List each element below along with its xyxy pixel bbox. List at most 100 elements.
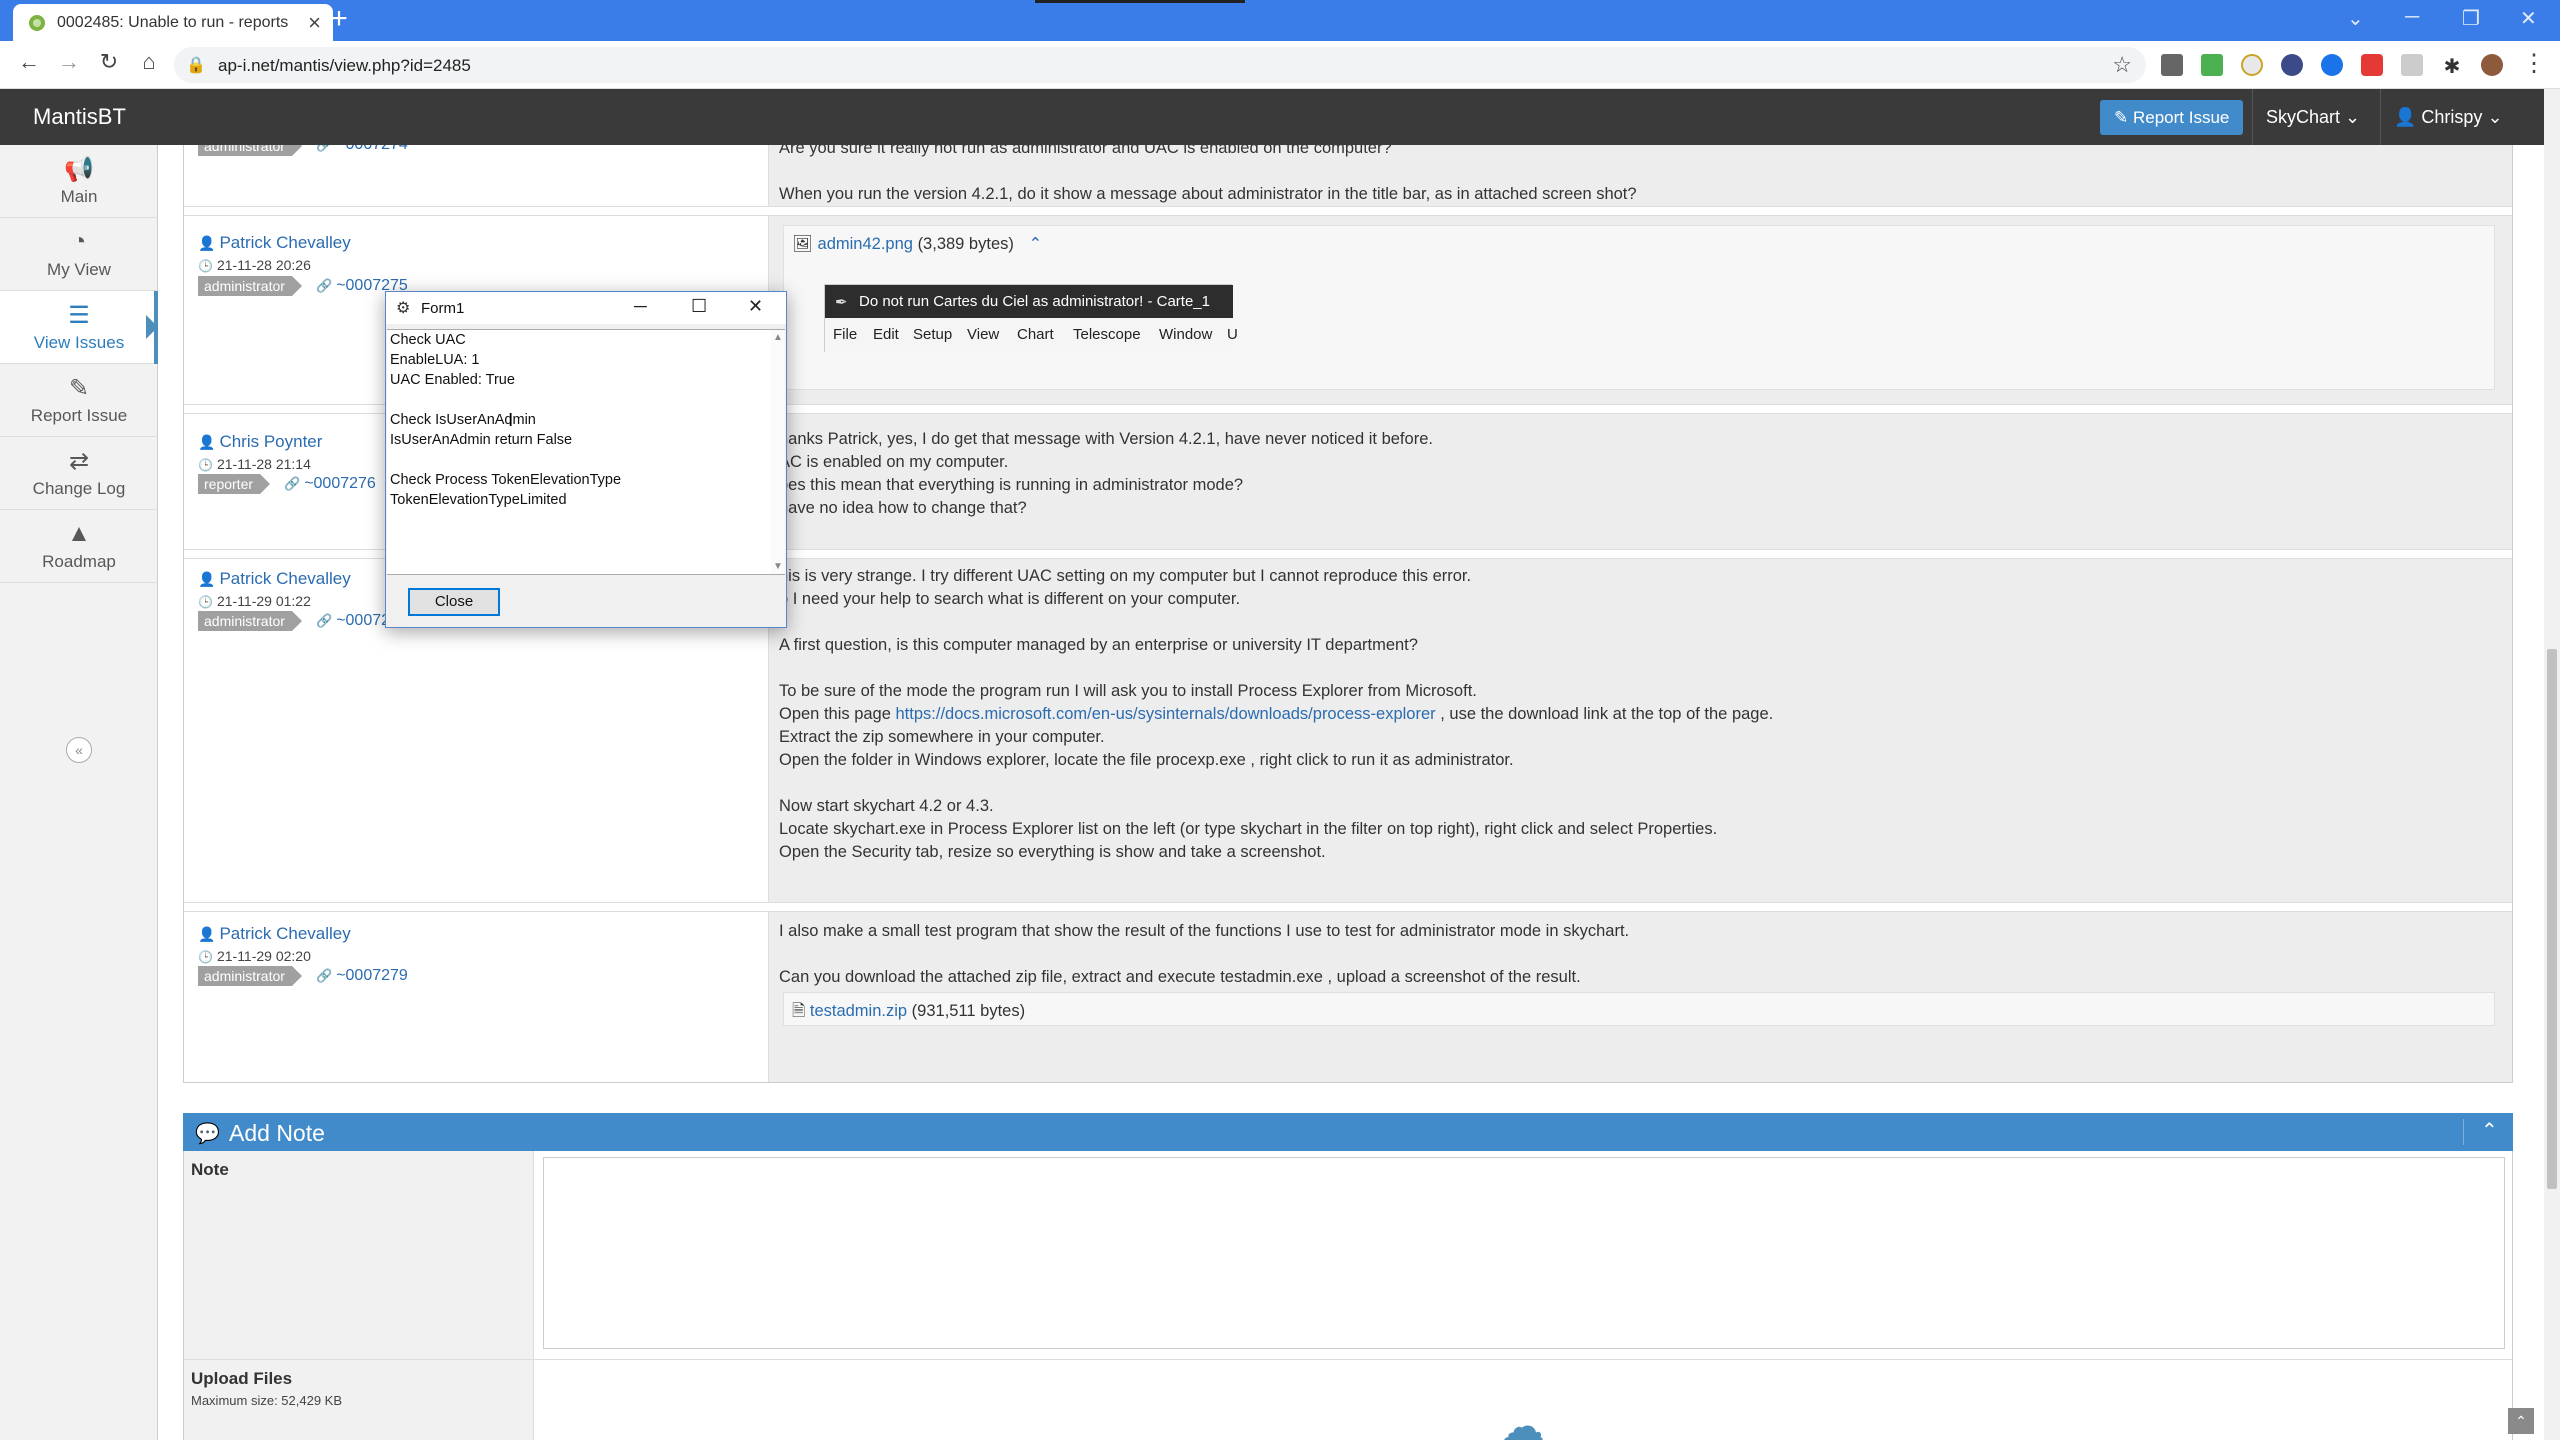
note-separator [184, 902, 2512, 912]
memo-scrollbar[interactable]: ▲ ▼ [771, 330, 785, 574]
edit-icon: ✎ [68, 375, 90, 402]
process-explorer-link[interactable]: https://docs.microsoft.com/en-us/sysinte… [896, 705, 1436, 723]
note-meta: 👤 Patrick Chevalley 🕒 21-11-29 02:20 admin… [184, 912, 768, 1082]
form1-dialog: ⚙ Form1 ─ ☐ ✕ Check UAC EnableLUA: 1 UAC… [385, 291, 787, 628]
note-text: Extract the zip somewhere in your comput… [779, 728, 1105, 746]
note-link[interactable]: 🔗 ~0007274 [316, 145, 408, 154]
sidebar-item-label: Main [60, 187, 98, 206]
note-textarea[interactable] [543, 1157, 2505, 1349]
output-line: TokenElevationTypeLimited [390, 492, 567, 508]
reload-icon[interactable]: ↻ [94, 49, 124, 75]
maximize-icon[interactable]: ☐ [691, 296, 707, 317]
add-note-header: 💬 Add Note ⌃ [183, 1113, 2513, 1151]
scrollbar-thumb[interactable] [2547, 649, 2557, 1189]
attachment-name[interactable]: testadmin.zip [810, 1002, 907, 1020]
url-text[interactable]: ap-i.net/mantis/view.php?id=2485 [218, 56, 471, 76]
preview-menu-item: U [1227, 326, 1238, 343]
adblock-extension-icon[interactable] [2361, 54, 2383, 76]
close-icon[interactable]: ✕ [748, 296, 763, 317]
tab-close-icon[interactable]: × [308, 10, 321, 36]
mail-extension-icon[interactable] [2161, 54, 2183, 76]
forward-icon[interactable]: → [54, 49, 84, 75]
user-icon: 👤 [198, 571, 216, 587]
tab-search-icon[interactable]: ⌄ [2347, 6, 2364, 31]
dashboard-icon: ◔ [71, 228, 87, 255]
sidebar-item-roadmap[interactable]: ▲ Roadmap [0, 510, 158, 583]
note-label: Note [191, 1160, 229, 1179]
new-tab-button[interactable]: + [325, 2, 353, 36]
scroll-up-icon[interactable]: ▲ [773, 332, 783, 343]
scroll-down-icon[interactable]: ▼ [773, 561, 783, 572]
chevron-up-icon[interactable]: ⌃ [1028, 235, 1042, 253]
output-line: Check IsUserAnAdmin [390, 412, 536, 428]
project-dropdown[interactable]: SkyChart ⌄ [2266, 107, 2360, 128]
home-icon[interactable]: ⌂ [134, 49, 164, 75]
form1-output-memo[interactable]: Check UAC EnableLUA: 1 UAC Enabled: True… [387, 329, 785, 575]
user-dropdown[interactable]: 👤 Chrispy ⌄ [2394, 107, 2503, 128]
lock-icon[interactable]: 🔒 [186, 55, 206, 75]
browser-tab[interactable]: 0002485: Unable to run - reports × [13, 4, 333, 41]
notes-extension-icon[interactable] [2241, 54, 2263, 76]
header-divider [2463, 1119, 2464, 1145]
note-text: Are you sure it really not run as admini… [779, 145, 1392, 157]
attachment-link[interactable]: 🗎 testadmin.zip (931,511 bytes) [792, 999, 1025, 1027]
output-line: Check Process TokenElevationType [390, 472, 622, 488]
sidebar-item-my-view[interactable]: ◔ My View [0, 218, 158, 291]
note-author[interactable]: 👤 Chris Poynter [198, 432, 322, 452]
minimize-icon[interactable]: ─ [2405, 6, 2419, 29]
restore-icon[interactable]: ❐ [2462, 6, 2480, 31]
k-extension-icon[interactable] [2401, 54, 2423, 76]
form1-close-button[interactable]: Close [408, 588, 500, 616]
sidebar-item-view-issues[interactable]: ☰ View Issues [0, 291, 159, 364]
profile-avatar[interactable] [2481, 54, 2503, 76]
preview-menu-item: View [967, 326, 1000, 343]
browser-titlebar: 0002485: Unable to run - reports × + ⌄ ─… [0, 0, 2560, 41]
edit-icon: ✎ [2114, 108, 2133, 127]
scroll-to-top-icon[interactable]: ⌃ [2508, 1408, 2534, 1434]
chrome-menu-icon[interactable]: ⋮ [2522, 49, 2546, 78]
chevron-up-icon[interactable]: ⌃ [2481, 1118, 2498, 1143]
minimize-icon[interactable]: ─ [634, 296, 647, 317]
globe-extension-icon[interactable] [2281, 54, 2303, 76]
extensions-puzzle-icon[interactable]: ✱ [2441, 54, 2463, 78]
date-text: 21-11-28 20:26 [216, 257, 311, 273]
attachment-name[interactable]: admin42.png [818, 235, 913, 253]
page-scrollbar[interactable] [2544, 89, 2560, 1440]
role-badge: administrator [198, 145, 302, 156]
note-link[interactable]: 🔗 ~0007279 [316, 967, 408, 985]
close-window-icon[interactable]: ✕ [2520, 6, 2537, 31]
author-name: Patrick Chevalley [219, 233, 351, 252]
note-row: administrator 🔗 ~0007274 Are you sure it … [184, 145, 2512, 216]
cloud-upload-icon[interactable]: ☁ [1499, 1399, 1545, 1440]
brand-logo[interactable]: MantisBT [33, 104, 126, 130]
mantis-favicon-icon [29, 15, 45, 31]
green-extension-icon[interactable] [2201, 54, 2223, 76]
bookmark-star-icon[interactable]: ☆ [2112, 52, 2132, 78]
preview-menu-item: Telescope [1073, 326, 1141, 343]
note-date: 🕒 21-11-29 02:20 [198, 948, 311, 964]
sidebar-item-report-issue[interactable]: ✎ Report Issue [0, 364, 158, 437]
attachment-preview-image[interactable]: ✒ Do not run Cartes du Ciel as administr… [824, 284, 1238, 352]
sidebar-item-change-log[interactable]: ⇄ Change Log [0, 437, 158, 510]
sidebar-item-main[interactable]: 📢 Main [0, 145, 158, 218]
note-author[interactable]: 👤 Patrick Chevalley [198, 924, 351, 944]
date-text: 21-11-29 02:20 [216, 948, 311, 964]
note-author[interactable]: 👤 Patrick Chevalley [198, 233, 351, 253]
note-row: 👤 Patrick Chevalley 🕒 21-11-29 02:20 admin… [184, 912, 2512, 1082]
sidebar-collapse-icon[interactable]: « [66, 737, 92, 763]
note-body: I also make a small test program that sh… [768, 912, 2512, 1082]
note-author[interactable]: 👤 Patrick Chevalley [198, 569, 351, 589]
compass-extension-icon[interactable] [2321, 54, 2343, 76]
note-text: have no idea how to change that? [779, 499, 1027, 517]
tab-title: 0002485: Unable to run - reports [57, 14, 289, 31]
form1-titlebar[interactable]: ⚙ Form1 ─ ☐ ✕ [386, 292, 786, 324]
navbar-divider [2380, 89, 2381, 145]
link-icon: 🔗 [316, 278, 333, 293]
note-link[interactable]: 🔗 ~0007276 [284, 475, 376, 493]
back-icon[interactable]: ← [14, 49, 44, 75]
note-body: hanks Patrick, yes, I do get that messag… [768, 414, 2512, 559]
report-issue-button[interactable]: ✎ Report Issue [2100, 100, 2244, 135]
address-bar[interactable]: 🔒 ap-i.net/mantis/view.php?id=2485 ☆ [174, 47, 2146, 83]
attachment-link[interactable]: 🖼 admin42.png (3,389 bytes) ⌃ [792, 234, 1042, 254]
note-text: Open this page https://docs.microsoft.co… [779, 705, 1773, 724]
